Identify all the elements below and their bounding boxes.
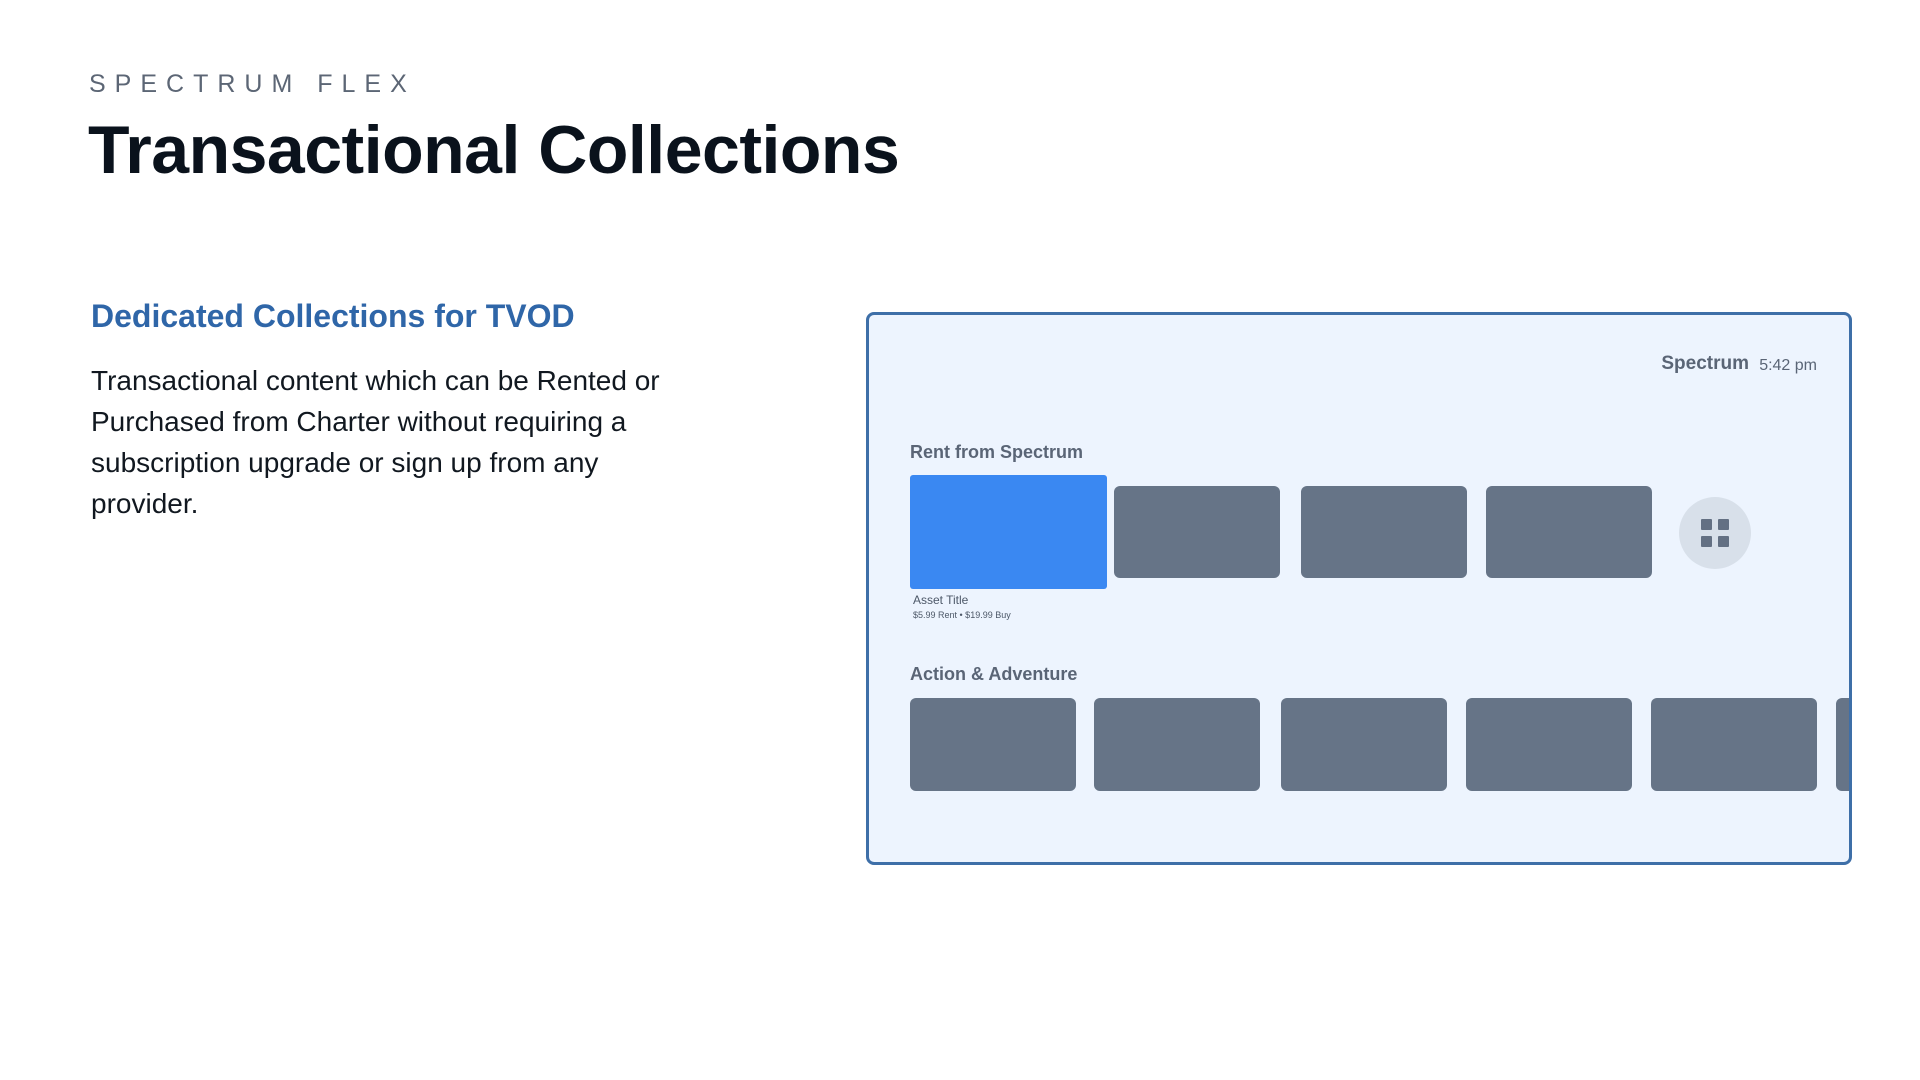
page-title: Transactional Collections	[88, 112, 900, 188]
asset-tile[interactable]	[1114, 486, 1280, 578]
asset-tile[interactable]	[1281, 698, 1447, 791]
tv-brand-logo: Spectrum	[1661, 353, 1749, 374]
section-subtitle: Dedicated Collections for TVOD	[91, 298, 575, 334]
grid-icon	[1701, 536, 1712, 547]
row-title-rent: Rent from Spectrum	[910, 442, 1084, 462]
eyebrow-label: SPECTRUM FLEX	[89, 70, 416, 98]
grid-icon	[1718, 536, 1729, 547]
section-description: Transactional content which can be Rente…	[91, 365, 660, 519]
asset-tile[interactable]	[1301, 486, 1467, 578]
slide: SPECTRUM FLEX Transactional Collections …	[0, 0, 1920, 1080]
asset-tile[interactable]	[1466, 698, 1632, 791]
asset-tile[interactable]	[1486, 486, 1652, 578]
view-all-button[interactable]	[1679, 497, 1751, 569]
asset-tile[interactable]	[910, 698, 1076, 791]
asset-tile[interactable]	[1094, 698, 1260, 791]
focused-asset-price: $5.99 Rent • $19.99 Buy	[913, 610, 1011, 620]
tv-mockup-frame: Spectrum 5:42 pm Rent from Spectrum Asse…	[866, 312, 1852, 865]
grid-icon	[1718, 519, 1729, 530]
asset-tile[interactable]	[1651, 698, 1817, 791]
row-title-action: Action & Adventure	[910, 664, 1078, 684]
focused-asset-tile[interactable]	[910, 475, 1107, 589]
focused-asset-title: Asset Title	[913, 593, 969, 607]
asset-tile-partial[interactable]	[1836, 698, 1849, 791]
grid-icon	[1701, 519, 1712, 530]
tv-clock: 5:42 pm	[1759, 357, 1817, 374]
